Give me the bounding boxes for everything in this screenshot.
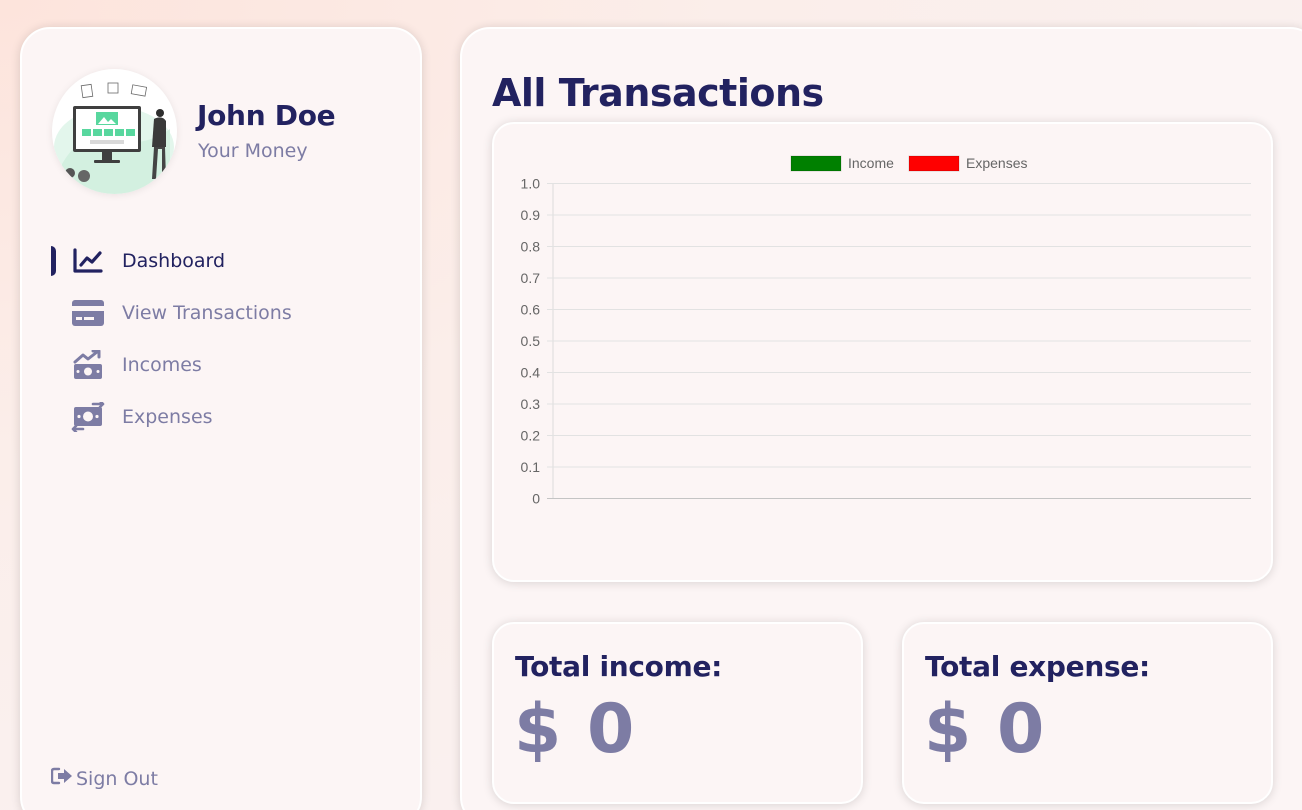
total-expense-label: Total expense: — [925, 650, 1150, 683]
y-tick-label: 0.9 — [521, 207, 541, 223]
sidebar-item-label: Expenses — [122, 406, 213, 428]
legend-label-expenses[interactable]: Expenses — [966, 155, 1027, 171]
y-tick-label: 0.6 — [521, 302, 541, 318]
sidebar-item-incomes[interactable]: Incomes — [22, 339, 420, 391]
sidebar-item-label: View Transactions — [122, 302, 292, 324]
money-bill-transfer-icon — [71, 400, 105, 434]
money-bill-trend-up-icon — [71, 348, 105, 382]
y-tick-label: 0.8 — [521, 239, 541, 255]
y-tick-label: 0.2 — [521, 428, 541, 444]
legend-label-income[interactable]: Income — [848, 155, 894, 171]
y-tick-label: 0 — [532, 491, 540, 507]
y-tick-label: 1.0 — [521, 176, 541, 192]
sidebar-nav: Dashboard View Transactions Incomes Expe… — [22, 235, 420, 443]
user-name: John Doe — [197, 99, 336, 132]
y-tick-label: 0.5 — [521, 333, 541, 349]
user-subtitle: Your Money — [198, 140, 308, 162]
sidebar-item-label: Dashboard — [122, 250, 226, 272]
chart-line-icon — [71, 244, 105, 278]
sign-out-icon — [50, 767, 73, 790]
total-income-card: Total income: $ 0 — [492, 622, 863, 804]
sidebar-item-label: Incomes — [122, 354, 202, 376]
y-tick-label: 0.7 — [521, 270, 541, 286]
sidebar-item-expenses[interactable]: Expenses — [22, 391, 420, 443]
transactions-chart: Income Expenses 0 0.1 0.2 0.3 0.4 0.5 0.6 0.7 0.8… — [521, 155, 1251, 507]
main-panel: All Transactions Income Expenses 0 0.1 0.2 0… — [460, 27, 1302, 810]
sidebar: John Doe Your Money Dashboard View Trans… — [20, 27, 422, 810]
sidebar-item-view-transactions[interactable]: View Transactions — [22, 287, 420, 339]
avatar-illustration — [54, 82, 174, 194]
y-tick-label: 0.3 — [521, 396, 541, 412]
sign-out-button[interactable]: Sign Out — [50, 767, 158, 790]
legend-swatch-income[interactable] — [790, 155, 842, 172]
legend-swatch-expenses[interactable] — [908, 155, 960, 172]
total-income-value: $ 0 — [514, 690, 636, 769]
page-title: All Transactions — [492, 71, 824, 115]
y-tick-label: 0.1 — [521, 459, 541, 475]
transactions-chart-card: Income Expenses 0 0.1 0.2 0.3 0.4 0.5 0.6 0.7 0.8… — [492, 122, 1273, 582]
credit-card-icon — [71, 296, 105, 330]
y-tick-label: 0.4 — [521, 365, 541, 381]
sign-out-label: Sign Out — [76, 767, 158, 790]
total-income-label: Total income: — [515, 650, 723, 683]
total-expense-value: $ 0 — [924, 690, 1046, 769]
total-expense-card: Total expense: $ 0 — [902, 622, 1273, 804]
sidebar-item-dashboard[interactable]: Dashboard — [22, 235, 420, 287]
avatar — [52, 69, 177, 194]
